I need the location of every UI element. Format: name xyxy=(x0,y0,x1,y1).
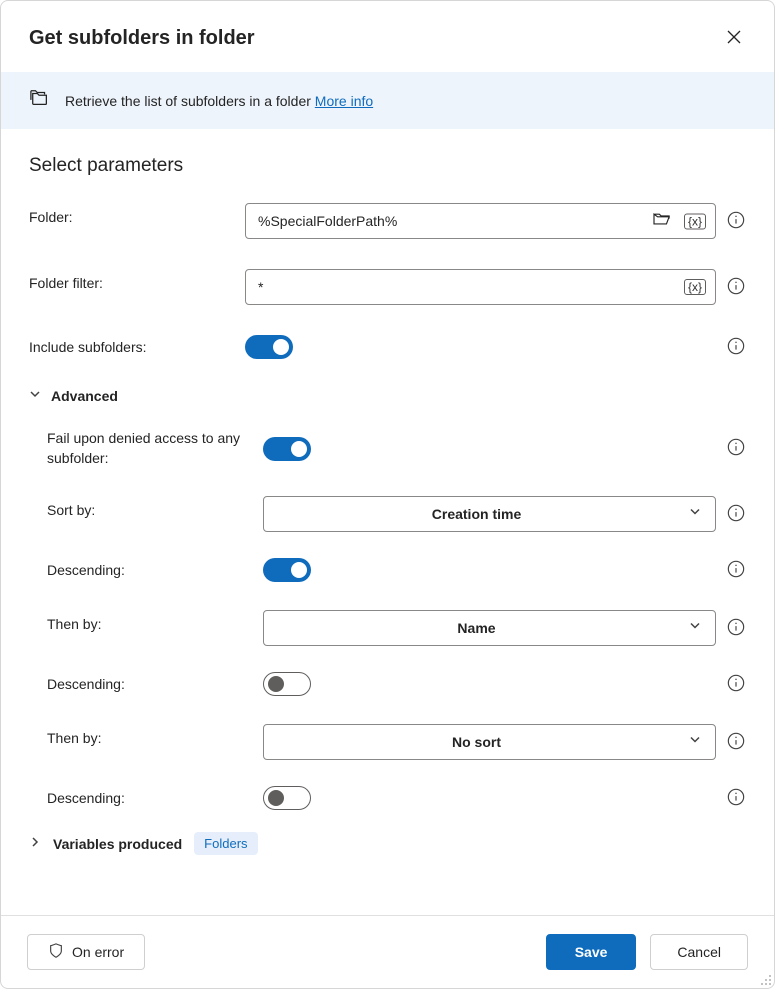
advanced-header[interactable]: Advanced xyxy=(29,387,746,405)
desc3-label: Descending: xyxy=(47,790,263,806)
folder-input[interactable] xyxy=(245,203,716,239)
on-error-label: On error xyxy=(72,944,124,960)
dialog-footer: On error Save Cancel xyxy=(1,915,774,988)
include-subfolders-label: Include subfolders: xyxy=(29,339,245,355)
info-banner: Retrieve the list of subfolders in a fol… xyxy=(1,72,774,129)
folders-icon xyxy=(29,88,51,113)
row-desc3: Descending: xyxy=(47,786,746,810)
insert-variable-button-filter[interactable]: {x} xyxy=(682,277,708,297)
info-icon xyxy=(727,277,745,298)
close-button[interactable] xyxy=(720,23,748,54)
info-icon xyxy=(727,732,745,753)
folder-filter-label: Folder filter: xyxy=(29,269,245,291)
variables-produced-row[interactable]: Variables produced Folders xyxy=(29,832,746,855)
advanced-section: Advanced Fail upon denied access to any … xyxy=(29,387,746,810)
info-button-then2[interactable] xyxy=(726,732,746,752)
info-button-desc2[interactable] xyxy=(726,674,746,694)
chevron-right-icon xyxy=(29,835,41,853)
resize-grip[interactable] xyxy=(758,972,772,986)
variables-title: Variables produced xyxy=(53,836,182,852)
desc1-toggle[interactable] xyxy=(263,558,311,582)
info-button-fail[interactable] xyxy=(726,439,746,459)
banner-text: Retrieve the list of subfolders in a fol… xyxy=(65,93,373,109)
info-icon xyxy=(727,618,745,639)
info-button-desc3[interactable] xyxy=(726,788,746,808)
sort-by-select[interactable]: Creation time xyxy=(263,496,716,532)
info-icon xyxy=(727,337,745,358)
param-row-folder: Folder: {x} xyxy=(29,203,746,239)
info-button-folder[interactable] xyxy=(726,211,746,231)
variable-icon: {x} xyxy=(684,213,706,229)
row-then-by2: Then by: No sort xyxy=(47,724,746,760)
cancel-button[interactable]: Cancel xyxy=(650,934,748,970)
dialog-body: Select parameters Folder: {x} xyxy=(1,129,774,915)
dialog-header: Get subfolders in folder xyxy=(1,1,774,72)
variable-icon: {x} xyxy=(684,279,706,295)
info-button-include[interactable] xyxy=(726,337,746,357)
info-icon xyxy=(727,438,745,459)
chevron-down-icon xyxy=(29,387,41,405)
more-info-link[interactable]: More info xyxy=(315,93,373,109)
include-subfolders-toggle[interactable] xyxy=(245,335,293,359)
row-desc1: Descending: xyxy=(47,558,746,582)
row-then-by1: Then by: Name xyxy=(47,610,746,646)
desc2-label: Descending: xyxy=(47,676,263,692)
then-by1-label: Then by: xyxy=(47,610,263,632)
then-by2-select[interactable]: No sort xyxy=(263,724,716,760)
section-title: Select parameters xyxy=(29,155,746,177)
close-icon xyxy=(726,33,742,48)
save-button[interactable]: Save xyxy=(546,934,637,970)
folder-open-icon xyxy=(652,212,672,231)
insert-variable-button[interactable]: {x} xyxy=(682,211,708,231)
info-icon xyxy=(727,674,745,695)
info-icon xyxy=(727,211,745,232)
row-desc2: Descending: xyxy=(47,672,746,696)
advanced-title: Advanced xyxy=(51,388,118,404)
desc1-label: Descending: xyxy=(47,562,263,578)
dialog: Get subfolders in folder Retrieve the li… xyxy=(0,0,775,989)
folder-label: Folder: xyxy=(29,203,245,225)
info-icon xyxy=(727,504,745,525)
then-by2-label: Then by: xyxy=(47,724,263,746)
desc2-toggle[interactable] xyxy=(263,672,311,696)
variable-badge[interactable]: Folders xyxy=(194,832,257,855)
dialog-title: Get subfolders in folder xyxy=(29,27,255,50)
browse-folder-button[interactable] xyxy=(650,210,674,233)
row-sort-by: Sort by: Creation time xyxy=(47,496,746,532)
row-fail-denied: Fail upon denied access to any subfolder… xyxy=(47,429,746,468)
info-button-then1[interactable] xyxy=(726,618,746,638)
then-by1-select[interactable]: Name xyxy=(263,610,716,646)
info-button-filter[interactable] xyxy=(726,277,746,297)
param-row-include-subfolders: Include subfolders: xyxy=(29,335,746,359)
desc3-toggle[interactable] xyxy=(263,786,311,810)
shield-icon xyxy=(48,943,64,962)
info-icon xyxy=(727,788,745,809)
folder-filter-input[interactable] xyxy=(245,269,716,305)
info-icon xyxy=(727,560,745,581)
param-row-folder-filter: Folder filter: {x} xyxy=(29,269,746,305)
info-button-desc1[interactable] xyxy=(726,560,746,580)
sort-by-label: Sort by: xyxy=(47,496,263,518)
banner-description: Retrieve the list of subfolders in a fol… xyxy=(65,93,315,109)
info-button-sort[interactable] xyxy=(726,504,746,524)
on-error-button[interactable]: On error xyxy=(27,934,145,970)
fail-denied-toggle[interactable] xyxy=(263,437,311,461)
fail-denied-label: Fail upon denied access to any subfolder… xyxy=(47,429,245,468)
